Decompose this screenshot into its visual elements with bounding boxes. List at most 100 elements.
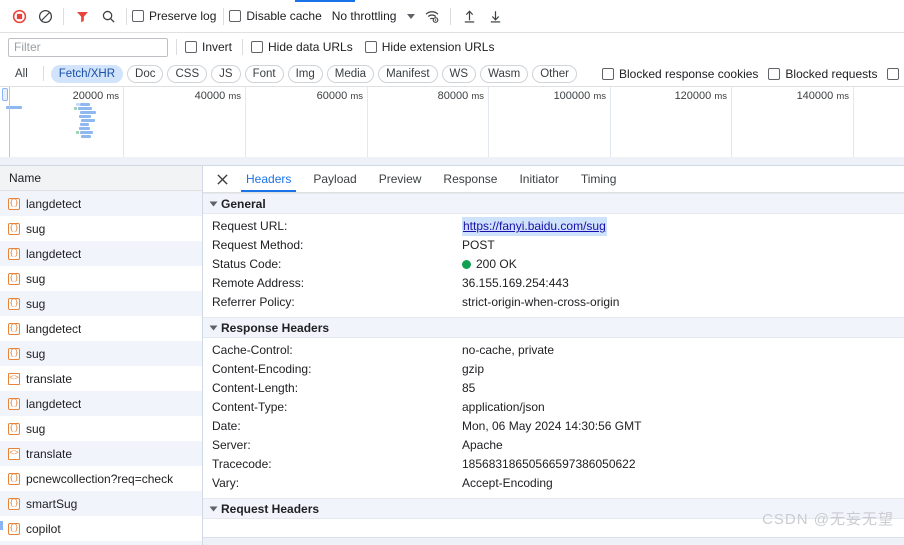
response-header-key: Server:: [212, 438, 251, 452]
request-row[interactable]: <> translate: [0, 441, 202, 466]
request-row[interactable]: {} sug: [0, 416, 202, 441]
type-filter-other[interactable]: Other: [532, 64, 577, 83]
clear-icon[interactable]: [32, 3, 58, 29]
request-row[interactable]: {} sug: [0, 341, 202, 366]
general-header-key: Remote Address:: [212, 276, 305, 290]
document-icon: <>: [8, 447, 20, 460]
type-filter-doc[interactable]: Doc: [127, 64, 164, 83]
close-icon[interactable]: [209, 166, 235, 192]
type-filter-media[interactable]: Media: [326, 64, 375, 83]
section-header-response-headers[interactable]: Response Headers: [203, 317, 904, 338]
import-har-icon[interactable]: [456, 3, 482, 29]
disable-cache-checkbox[interactable]: Disable cache: [229, 9, 322, 23]
type-filter-fetch-xhr[interactable]: Fetch/XHR: [50, 64, 124, 83]
request-row[interactable]: {} sug: [0, 266, 202, 291]
overview-tick-label: 120000 ms: [674, 90, 727, 102]
export-har-icon[interactable]: [482, 3, 508, 29]
tab-initiator[interactable]: Initiator: [508, 166, 569, 192]
request-list-column-name[interactable]: Name: [0, 166, 202, 191]
tab-headers[interactable]: Headers: [235, 166, 302, 192]
record-icon[interactable]: [6, 3, 32, 29]
request-row-name: sug: [26, 421, 46, 436]
tab-response[interactable]: Response: [432, 166, 508, 192]
request-list: Name {} langdetect{} sug{} langdetect{} sug{…: [0, 166, 203, 545]
network-overview-timeline[interactable]: 20000 ms 40000 ms 60000 ms 80000 ms 100000 m…: [0, 87, 904, 166]
overview-request-bar: [76, 131, 79, 134]
overview-drag-handle[interactable]: [2, 88, 8, 101]
request-row[interactable]: <> translate: [0, 366, 202, 391]
section-title-general: General: [221, 196, 266, 211]
network-conditions-icon[interactable]: [419, 3, 445, 29]
request-row[interactable]: {}langdetect: [0, 541, 202, 545]
general-header-row: Referrer Policy: strict-origin-when-cross…: [203, 293, 904, 312]
blocked-response-cookies-label: Blocked response cookies: [619, 66, 759, 81]
request-row[interactable]: {} pcnewcollection?req=check: [0, 466, 202, 491]
blocked-response-cookies-checkbox[interactable]: Blocked response cookies: [602, 67, 758, 81]
active-panel-indicator: [295, 0, 355, 2]
preserve-log-label: Preserve log: [149, 9, 217, 23]
request-row[interactable]: {} smartSug: [0, 491, 202, 516]
hide-extension-urls-checkbox[interactable]: Hide extension URLs: [364, 40, 494, 54]
tab-timing[interactable]: Timing: [570, 166, 628, 192]
tab-preview[interactable]: Preview: [368, 166, 433, 192]
type-filter-img[interactable]: Img: [287, 64, 323, 83]
third-party-requests-checkbox[interactable]: 3rd-par: [887, 67, 904, 81]
overview-scrollbar-band[interactable]: [0, 157, 904, 165]
overview-request-bar: [81, 135, 91, 138]
request-row[interactable]: {}langdetect: [0, 241, 202, 266]
request-row-name: smartSug: [26, 496, 78, 511]
json-icon: {}: [8, 222, 20, 235]
general-header-value[interactable]: https://fanyi.baidu.com/sug: [462, 217, 607, 236]
overview-gridlines: 20000 ms 40000 ms 60000 ms 80000 ms 100000 m…: [0, 87, 904, 165]
type-filter-font[interactable]: Font: [244, 64, 284, 83]
type-filter-ws[interactable]: WS: [441, 64, 477, 83]
overview-gridline: [731, 87, 732, 157]
request-row-name: translate: [26, 446, 73, 461]
filter-input[interactable]: [8, 37, 168, 57]
general-header-value: 200 OK: [462, 255, 517, 274]
throttling-dropdown[interactable]: No throttling: [332, 9, 416, 23]
request-row[interactable]: {}langdetect: [0, 191, 202, 216]
request-row[interactable]: {} copilot: [0, 516, 202, 541]
type-filter-wasm[interactable]: Wasm: [480, 64, 529, 83]
overview-request-bar: [80, 103, 90, 106]
json-icon: {}: [8, 247, 20, 260]
section-header-request-headers[interactable]: Request Headers: [203, 498, 904, 519]
type-filter-all[interactable]: All: [7, 64, 36, 83]
json-icon: {}: [8, 322, 20, 335]
overview-tick-label: 60000 ms: [316, 90, 363, 102]
type-filter-css[interactable]: CSS: [167, 64, 208, 83]
invert-checkbox[interactable]: Invert: [185, 40, 232, 54]
overview-tick-label: 140000 ms: [796, 90, 849, 102]
general-header-row: Status Code: 200 OK: [203, 255, 904, 274]
bottom-scroll-strip[interactable]: [203, 537, 904, 545]
filter-icon[interactable]: [69, 3, 95, 29]
json-icon: {}: [8, 472, 20, 485]
preserve-log-checkbox[interactable]: Preserve log: [132, 9, 216, 23]
checkbox-box: [887, 67, 900, 80]
tab-payload[interactable]: Payload: [302, 166, 367, 192]
type-filter-js[interactable]: JS: [211, 64, 241, 83]
overview-selection-window[interactable]: [0, 87, 10, 165]
blocked-requests-checkbox[interactable]: Blocked requests: [768, 67, 877, 81]
throttling-value: No throttling: [331, 9, 397, 23]
general-header-value: 36.155.169.254:443: [462, 276, 569, 290]
network-toolbar: Preserve log Disable cache No throttling: [0, 0, 904, 33]
response-header-value: application/json: [462, 400, 545, 414]
overview-gridline: [488, 87, 489, 157]
request-row-name: sug: [26, 296, 46, 311]
request-row[interactable]: {}langdetect: [0, 391, 202, 416]
request-row[interactable]: {} sug: [0, 291, 202, 316]
general-header-row: Remote Address: 36.155.169.254:443: [203, 274, 904, 293]
type-filter-manifest[interactable]: Manifest: [378, 64, 438, 83]
json-icon: {}: [8, 347, 20, 360]
section-header-general[interactable]: General: [203, 193, 904, 214]
search-icon[interactable]: [95, 3, 121, 29]
json-icon: {}: [8, 272, 20, 285]
json-icon: {}: [8, 522, 20, 535]
request-row[interactable]: {}langdetect: [0, 316, 202, 341]
request-row[interactable]: {} sug: [0, 216, 202, 241]
general-header-key: Request Method:: [212, 238, 304, 252]
checkbox-box: [132, 10, 144, 22]
hide-data-urls-checkbox[interactable]: Hide data URLs: [251, 40, 353, 54]
